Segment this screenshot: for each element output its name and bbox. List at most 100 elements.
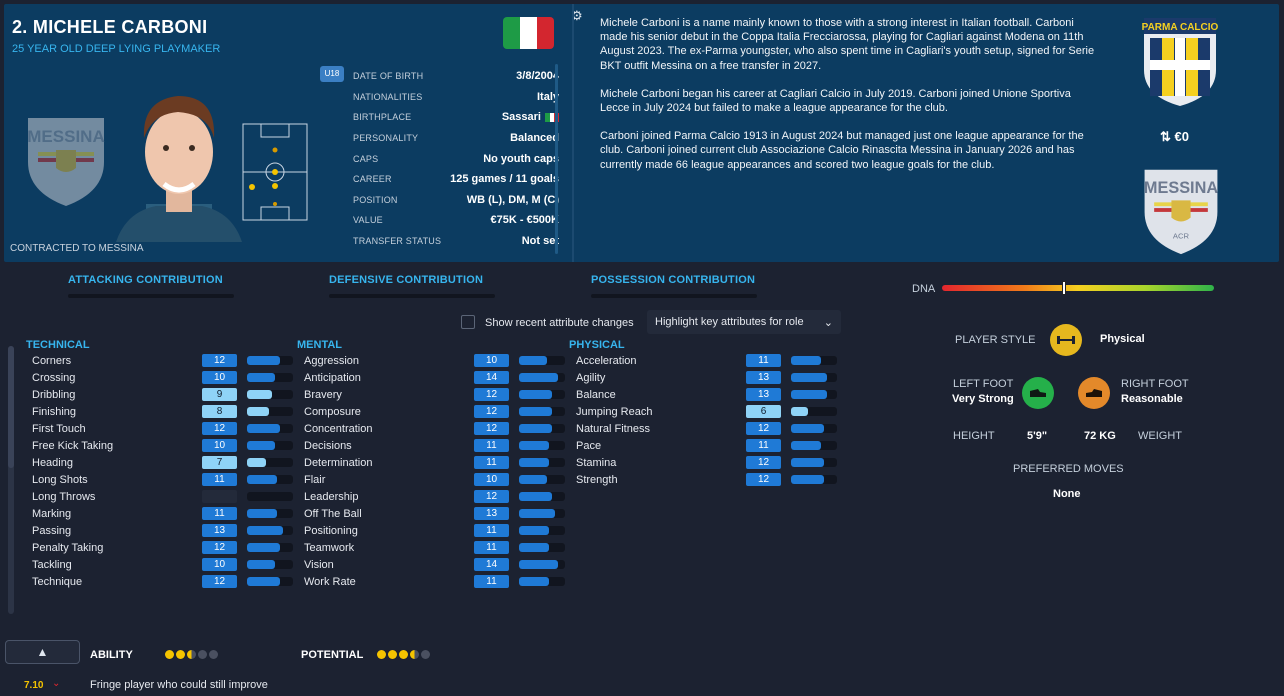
attacking-contribution-title[interactable]: ATTACKING CONTRIBUTION <box>68 274 223 286</box>
person-icon: ▲ <box>36 645 49 659</box>
attribute-name: Free Kick Taking <box>32 439 114 452</box>
ability-toggle-button[interactable]: ▲ <box>5 640 80 664</box>
attribute-row[interactable]: Leadership 12 <box>296 488 565 505</box>
attribute-row[interactable]: Balance 13 <box>568 386 837 403</box>
svg-text:ACR: ACR <box>1173 232 1190 241</box>
chevron-down-red-icon[interactable]: ⌄ <box>52 678 60 689</box>
attribute-row[interactable]: Long Shots 11 <box>24 471 293 488</box>
attribute-bar <box>247 526 293 535</box>
attribute-row[interactable]: Decisions 11 <box>296 437 565 454</box>
transfer-value: ⇅ €0 <box>1160 129 1189 144</box>
attribute-row[interactable]: Long Throws <box>24 488 293 505</box>
player-photo <box>116 96 242 242</box>
attribute-bar <box>791 458 837 467</box>
show-changes-checkbox[interactable] <box>461 315 475 329</box>
attribute-bar-fill <box>791 441 821 450</box>
attribute-name: Pace <box>576 439 602 452</box>
attribute-bar-fill <box>519 492 552 501</box>
svg-text:MESSINA: MESSINA <box>27 127 104 146</box>
attribute-name: Technique <box>32 575 83 588</box>
weight-label: WEIGHT <box>1138 430 1182 442</box>
right-foot-label: RIGHT FOOT <box>1121 378 1189 390</box>
star-icon <box>410 650 419 659</box>
attribute-row[interactable]: First Touch 12 <box>24 420 293 437</box>
attribute-row[interactable]: Crossing 10 <box>24 369 293 386</box>
possession-contribution-bar <box>591 294 757 298</box>
attribute-row[interactable]: Passing 13 <box>24 522 293 539</box>
attribute-row[interactable]: Concentration 12 <box>296 420 565 437</box>
attribute-bar-fill <box>247 577 280 586</box>
attribute-row[interactable]: Jumping Reach 6 <box>568 403 837 420</box>
attribute-row[interactable]: Finishing 8 <box>24 403 293 420</box>
attribute-row[interactable]: Anticipation 14 <box>296 369 565 386</box>
attribute-row[interactable]: Penalty Taking 12 <box>24 539 293 556</box>
attribute-name: Acceleration <box>576 354 637 367</box>
info-row-transfer-status: TRANSFER STATUS Not set <box>353 235 559 248</box>
attribute-row[interactable]: Flair 10 <box>296 471 565 488</box>
bio-paragraph: Carboni joined Parma Calcio 1913 in Augu… <box>600 130 1084 171</box>
attribute-bar <box>247 407 293 416</box>
attribute-bar <box>247 475 293 484</box>
ability-stars <box>165 650 218 659</box>
attribute-row[interactable]: Off The Ball 13 <box>296 505 565 522</box>
attribute-row[interactable]: Technique 12 <box>24 573 293 590</box>
attribute-name: Long Throws <box>32 490 96 503</box>
attribute-bar-fill <box>247 560 275 569</box>
attribute-bar-fill <box>247 407 269 416</box>
scrollbar-thumb[interactable] <box>8 346 14 468</box>
svg-text:MESSINA: MESSINA <box>1144 179 1218 197</box>
attributes-scrollbar[interactable] <box>8 346 14 614</box>
attribute-row[interactable]: Aggression 10 <box>296 352 565 369</box>
chevron-down-icon: ⌄ <box>823 317 833 329</box>
attribute-row[interactable]: Strength 12 <box>568 471 837 488</box>
attribute-row[interactable]: Work Rate 11 <box>296 573 565 590</box>
parma-crest[interactable]: PARMA CALCIO <box>1140 14 1220 108</box>
mental-title: MENTAL <box>297 339 343 351</box>
attribute-row[interactable]: Teamwork 11 <box>296 539 565 556</box>
defensive-contribution-title[interactable]: DEFENSIVE CONTRIBUTION <box>329 274 483 286</box>
attribute-row[interactable]: Pace 11 <box>568 437 837 454</box>
attribute-row[interactable]: Vision 14 <box>296 556 565 573</box>
attribute-row[interactable]: Corners 12 <box>24 352 293 369</box>
attribute-row[interactable]: Stamina 12 <box>568 454 837 471</box>
attribute-bar <box>519 509 565 518</box>
attribute-row[interactable]: Bravery 12 <box>296 386 565 403</box>
possession-contribution-title[interactable]: POSSESSION CONTRIBUTION <box>591 274 755 286</box>
info-row-birthplace: BIRTHPLACE Sassari <box>353 107 560 128</box>
attribute-name: Aggression <box>304 354 360 367</box>
attribute-bar <box>519 492 565 501</box>
star-icon <box>388 650 397 659</box>
position-pitch <box>242 123 308 221</box>
attribute-row[interactable]: Free Kick Taking 10 <box>24 437 293 454</box>
attribute-row[interactable]: Tackling 10 <box>24 556 293 573</box>
attribute-row[interactable]: Dribbling 9 <box>24 386 293 403</box>
messina-crest[interactable]: MESSINA ACR <box>1140 164 1222 256</box>
attribute-value: 12 <box>202 422 237 435</box>
attribute-name: Anticipation <box>304 371 361 384</box>
attribute-value: 10 <box>474 473 509 486</box>
show-changes-label[interactable]: Show recent attribute changes <box>485 317 634 329</box>
left-foot-value: Very Strong <box>952 393 1014 405</box>
ability-label: ABILITY <box>90 649 133 661</box>
attribute-name: Heading <box>32 456 73 469</box>
attribute-bar-fill <box>247 475 277 484</box>
attribute-row[interactable]: Marking 11 <box>24 505 293 522</box>
transfer-arrows-icon: ⇅ <box>1160 129 1175 144</box>
attribute-row[interactable]: Positioning 11 <box>296 522 565 539</box>
attribute-value: 11 <box>474 456 509 469</box>
attribute-value: 12 <box>746 456 781 469</box>
attribute-row[interactable]: Heading 7 <box>24 454 293 471</box>
bio-paragraph: Michele Carboni began his career at Cagl… <box>600 87 1071 115</box>
info-row-position: POSITION WB (L), DM, M (C) <box>353 193 559 206</box>
attribute-bar-fill <box>247 458 266 467</box>
attribute-row[interactable]: Agility 13 <box>568 369 837 386</box>
height-label: HEIGHT <box>953 430 995 442</box>
highlight-dropdown[interactable]: Highlight key attributes for role ⌄ <box>647 310 841 334</box>
attribute-row[interactable]: Acceleration 11 <box>568 352 837 369</box>
info-scrollbar[interactable] <box>555 64 558 254</box>
attribute-row[interactable]: Determination 11 <box>296 454 565 471</box>
attribute-value: 12 <box>474 490 509 503</box>
attribute-row[interactable]: Composure 12 <box>296 403 565 420</box>
attacking-contribution-bar <box>68 294 234 298</box>
attribute-row[interactable]: Natural Fitness 12 <box>568 420 837 437</box>
